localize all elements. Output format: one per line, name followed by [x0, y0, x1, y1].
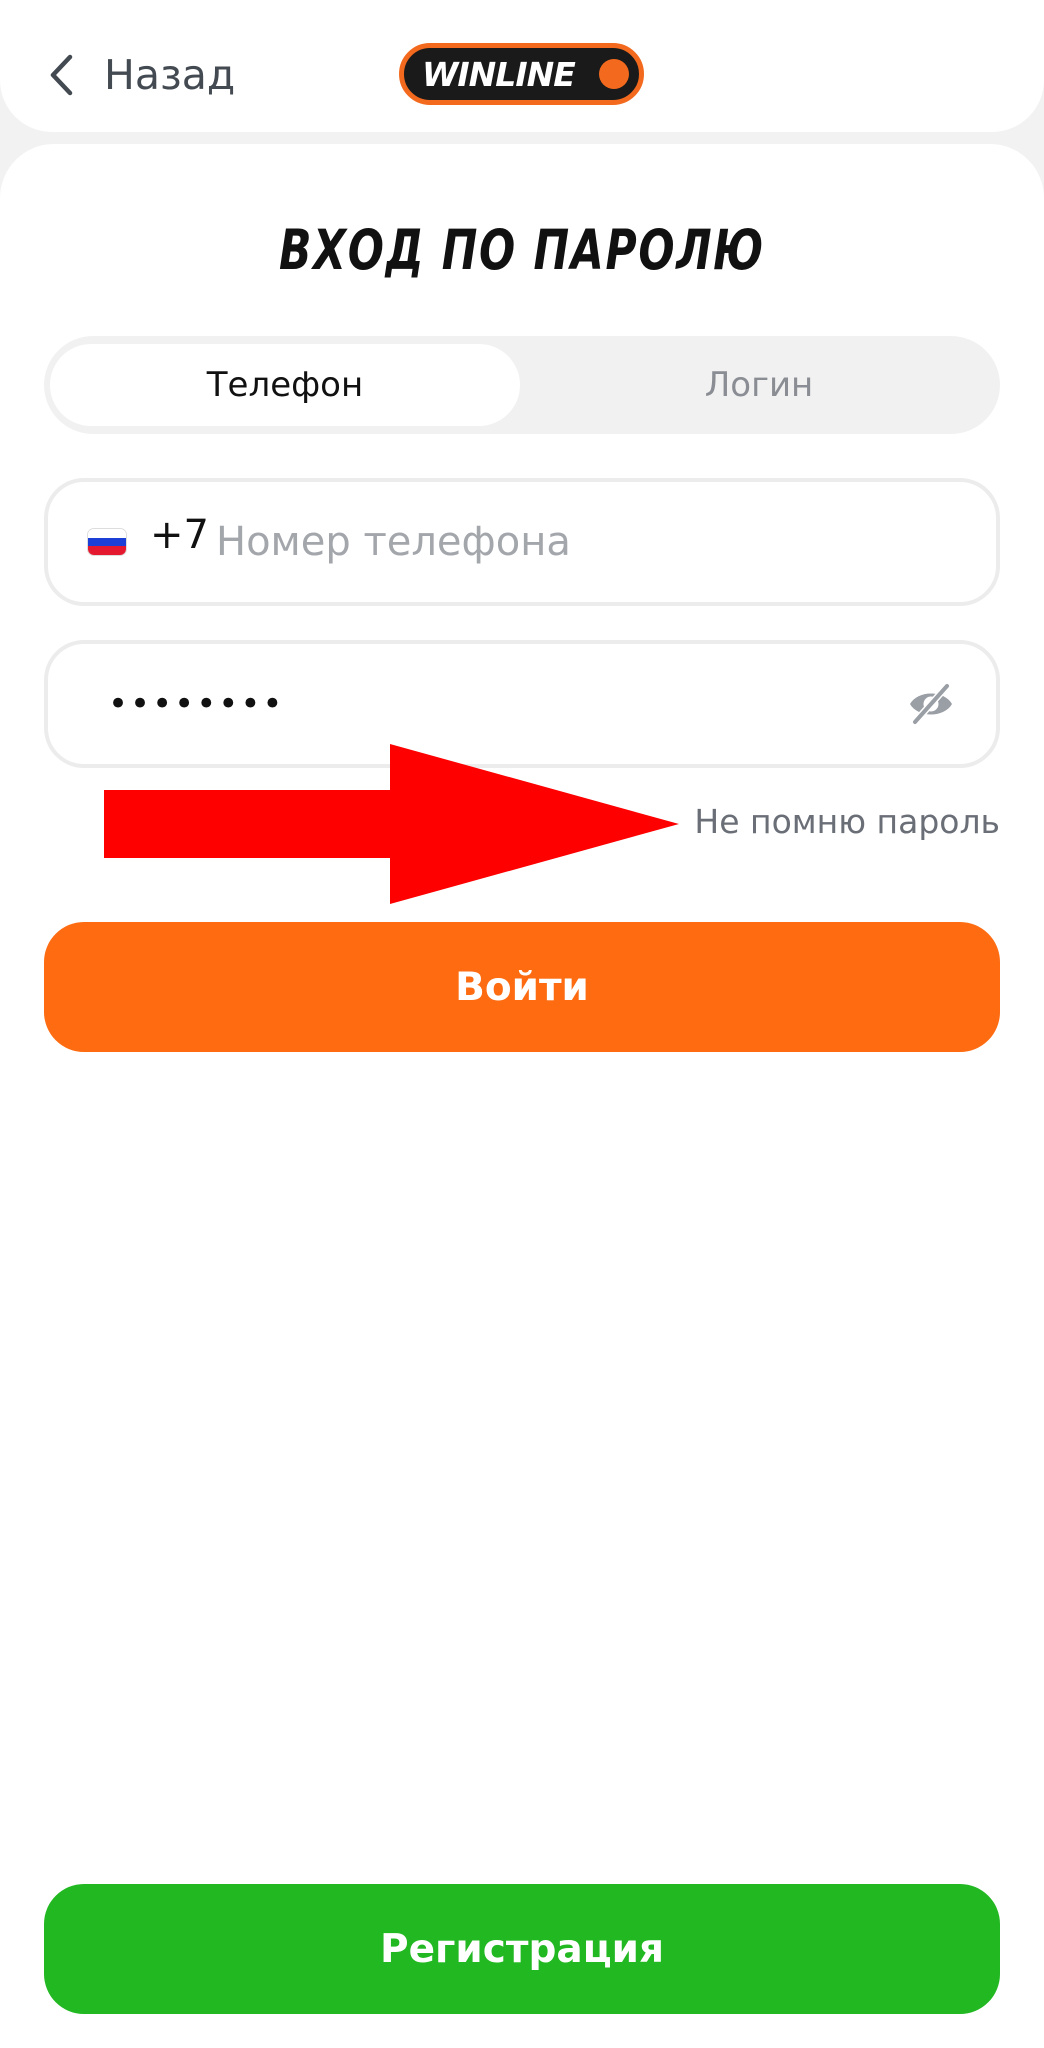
chevron-left-icon [48, 54, 74, 96]
country-code: +7 [150, 512, 209, 558]
forgot-password-link[interactable]: Не помню пароль [694, 802, 1000, 841]
login-method-tabs: Телефон Логин [44, 336, 1000, 434]
tab-phone[interactable]: Телефон [50, 344, 520, 426]
password-input[interactable] [108, 666, 888, 742]
logo-text: WINLINE [422, 54, 576, 94]
flag-stripe-blue [88, 537, 126, 547]
logo-dot-icon [599, 59, 629, 89]
winline-logo: WINLINE [399, 43, 644, 105]
tab-login[interactable]: Логин [524, 344, 994, 426]
flag-stripe-white [88, 529, 126, 538]
eye-off-icon[interactable] [906, 682, 956, 726]
login-button[interactable]: Войти [44, 922, 1000, 1052]
phone-input[interactable] [216, 504, 956, 580]
top-bar: Назад WINLINE [0, 0, 1044, 132]
login-card: ВХОД ПО ПАРОЛЮ Телефон Логин +7 Не помн [0, 144, 1044, 2048]
back-label: Назад [104, 51, 236, 99]
register-button[interactable]: Регистрация [44, 1884, 1000, 2014]
red-arrow-annotation [104, 744, 684, 908]
page-title: ВХОД ПО ПАРОЛЮ [279, 218, 765, 282]
russia-flag-icon [88, 529, 126, 555]
back-button[interactable]: Назад [48, 42, 235, 108]
flag-stripe-red [88, 546, 126, 555]
phone-field: +7 [44, 478, 1000, 606]
